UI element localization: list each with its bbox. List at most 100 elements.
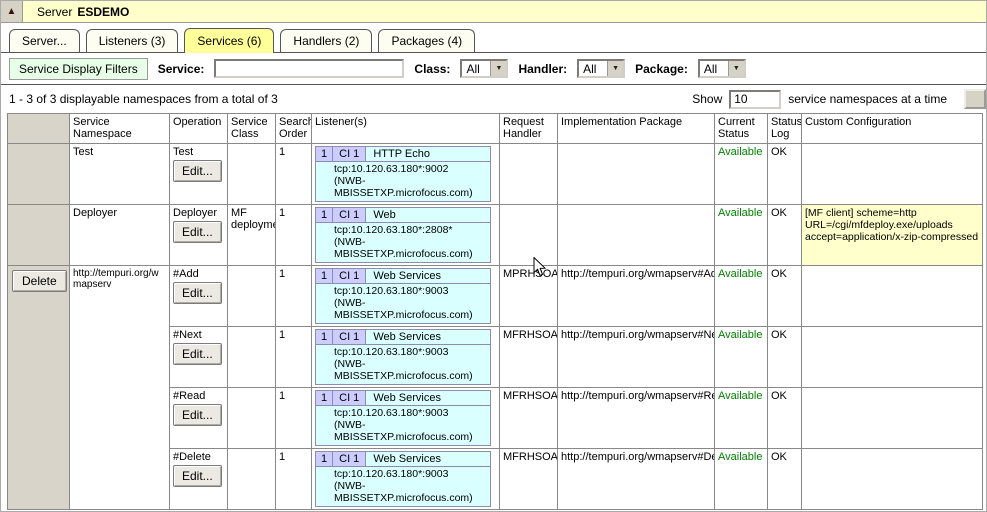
current-status-cell: Available	[715, 205, 768, 266]
col-header-status-log: Status Log	[768, 114, 802, 144]
show-label: Show	[692, 92, 722, 106]
implementation-cell: http://tempuri.org/wmapserv#Delete	[558, 449, 715, 510]
status-log-cell[interactable]: OK	[768, 266, 802, 327]
listener-conn: CI 1	[333, 330, 366, 344]
operation-name: Deployer	[173, 207, 224, 219]
search-order-cell: 1	[276, 266, 312, 327]
col-header-request-handler: Request Handler	[500, 114, 558, 144]
listener-conn: CI 1	[333, 452, 366, 466]
namespace-cell: Deployer	[70, 205, 170, 266]
col-header-namespace: Service Namespace	[70, 114, 170, 144]
listener-box: 1 CI 1 Web tcp:10.120.63.180*:2808* (NWB…	[315, 207, 491, 263]
show-suffix-label: service namespaces at a time	[788, 92, 947, 106]
listener-host: (NWB-MBISSETXP.microfocus.com)	[334, 480, 488, 504]
listener-address: tcp:10.120.63.180*:2808*	[334, 224, 488, 236]
status-log-cell[interactable]: OK	[768, 144, 802, 205]
current-status-cell: Available	[715, 144, 768, 205]
listeners-cell: 1 CI 1 Web Services tcp:10.120.63.180*:9…	[312, 266, 500, 327]
edit-button[interactable]: Edit...	[173, 465, 222, 487]
edit-button[interactable]: Edit...	[173, 343, 222, 365]
listener-box: 1 CI 1 Web Services tcp:10.120.63.180*:9…	[315, 390, 491, 446]
listener-host: (NWB-MBISSETXP.microfocus.com)	[334, 358, 488, 382]
show-count-input[interactable]	[729, 90, 781, 109]
listener-number: 1	[316, 269, 333, 283]
operation-cell: Deployer Edit...	[170, 205, 228, 266]
handler-filter-label: Handler:	[518, 62, 567, 76]
edit-button[interactable]: Edit...	[173, 160, 222, 182]
filter-title: Service Display Filters	[9, 58, 148, 80]
operation-cell: #Read Edit...	[170, 388, 228, 449]
listeners-cell: 1 CI 1 Web tcp:10.120.63.180*:2808* (NWB…	[312, 205, 500, 266]
status-log-cell[interactable]: OK	[768, 449, 802, 510]
package-filter-select[interactable]: All ▼	[698, 59, 746, 78]
chevron-down-icon: ▼	[728, 61, 744, 76]
delete-button[interactable]: Delete	[12, 270, 67, 292]
listeners-cell: 1 CI 1 HTTP Echo tcp:10.120.63.180*:9002…	[312, 144, 500, 205]
service-filter-bar: Service Display Filters Service: Class: …	[1, 53, 986, 85]
search-order-cell: 1	[276, 205, 312, 266]
status-badge: Available	[718, 329, 762, 341]
search-order-cell: 1	[276, 449, 312, 510]
table-header-row: Service Namespace Operation Service Clas…	[8, 114, 983, 144]
listener-host: (NWB-MBISSETXP.microfocus.com)	[334, 175, 488, 199]
status-badge: Available	[718, 451, 762, 463]
custom-config-cell: [MF client] scheme=http URL=/cgi/mfdeplo…	[802, 205, 983, 266]
implementation-cell	[558, 144, 715, 205]
row-spacer-cell	[8, 205, 70, 266]
status-log-cell[interactable]: OK	[768, 205, 802, 266]
listeners-cell: 1 CI 1 Web Services tcp:10.120.63.180*:9…	[312, 327, 500, 388]
table-row: Delete http://tempuri.org/wmapserv #Add …	[8, 266, 983, 327]
listener-conn: CI 1	[333, 147, 366, 161]
class-filter-select[interactable]: All ▼	[460, 59, 508, 78]
listener-name: Web	[366, 208, 490, 222]
col-header-spacer	[8, 114, 70, 144]
edit-button[interactable]: Edit...	[173, 221, 222, 243]
listener-address: tcp:10.120.63.180*:9003	[334, 285, 488, 297]
listener-box: 1 CI 1 Web Services tcp:10.120.63.180*:9…	[315, 268, 491, 324]
page-nav-button[interactable]	[964, 89, 986, 109]
status-badge: Available	[718, 207, 762, 219]
listener-box: 1 CI 1 HTTP Echo tcp:10.120.63.180*:9002…	[315, 146, 491, 202]
operation-name: #Next	[173, 329, 224, 341]
search-order-cell: 1	[276, 327, 312, 388]
mouse-cursor	[533, 257, 547, 277]
package-filter-label: Package:	[635, 62, 688, 76]
listener-number: 1	[316, 452, 333, 466]
edit-button[interactable]: Edit...	[173, 404, 222, 426]
tab-handlers[interactable]: Handlers (2)	[280, 29, 372, 52]
status-log-cell[interactable]: OK	[768, 388, 802, 449]
chevron-down-icon: ▼	[490, 61, 506, 76]
implementation-cell: http://tempuri.org/wmapserv#Add	[558, 266, 715, 327]
table-row: Test Test Edit... 1 1 CI 1 HTTP Echo tcp…	[8, 144, 983, 205]
request-handler-cell: MPRHSOAP	[500, 266, 558, 327]
tab-services[interactable]: Services (6)	[184, 28, 274, 52]
service-filter-input[interactable]	[214, 59, 404, 78]
col-header-search-order: Search Order	[276, 114, 312, 144]
server-label: Server	[37, 5, 72, 19]
listener-number: 1	[316, 147, 333, 161]
edit-button[interactable]: Edit...	[173, 282, 222, 304]
listener-address: tcp:10.120.63.180*:9003	[334, 346, 488, 358]
handler-filter-select[interactable]: All ▼	[577, 59, 625, 78]
listener-name: Web Services	[366, 452, 490, 466]
service-class-cell	[228, 327, 276, 388]
tab-packages[interactable]: Packages (4)	[378, 29, 475, 52]
current-status-cell: Available	[715, 388, 768, 449]
namespace-cell: Test	[70, 144, 170, 205]
listener-number: 1	[316, 330, 333, 344]
tab-listeners[interactable]: Listeners (3)	[86, 29, 179, 52]
operation-cell: #Add Edit...	[170, 266, 228, 327]
tab-server[interactable]: Server...	[9, 29, 80, 52]
operation-cell: #Next Edit...	[170, 327, 228, 388]
col-header-implementation: Implementation Package	[558, 114, 715, 144]
listener-conn: CI 1	[333, 208, 366, 222]
operation-name: #Add	[173, 268, 224, 280]
collapse-button[interactable]: ▲	[1, 1, 23, 22]
search-order-cell: 1	[276, 144, 312, 205]
server-header: ▲ Server ESDEMO	[1, 1, 986, 23]
request-handler-cell: MFRHSOAP	[500, 327, 558, 388]
current-status-cell: Available	[715, 449, 768, 510]
namespace-count-summary: 1 - 3 of 3 displayable namespaces from a…	[9, 92, 692, 106]
status-log-cell[interactable]: OK	[768, 327, 802, 388]
request-handler-cell	[500, 205, 558, 266]
